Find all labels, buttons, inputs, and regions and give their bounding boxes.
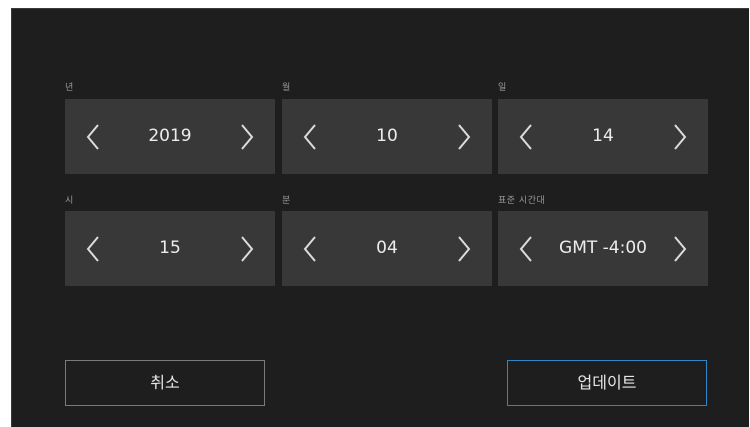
month-decrement-button[interactable] [290, 99, 330, 174]
hour-label: 시 [65, 196, 74, 206]
chevron-left-icon [303, 236, 316, 262]
hour-increment-button[interactable] [227, 211, 267, 286]
month-stepper: 10 [282, 99, 492, 174]
month-label: 월 [282, 83, 291, 93]
hour-stepper: 15 [65, 211, 275, 286]
day-label: 일 [498, 83, 507, 93]
chevron-left-icon [303, 124, 316, 150]
chevron-left-icon [519, 236, 532, 262]
chevron-right-icon [458, 236, 471, 262]
timezone-value: GMT -4:00 [559, 238, 647, 258]
cancel-button[interactable]: 취소 [65, 360, 265, 406]
day-stepper: 14 [498, 99, 708, 174]
timezone-stepper: GMT -4:00 [498, 211, 708, 286]
minute-decrement-button[interactable] [290, 211, 330, 286]
day-increment-button[interactable] [660, 99, 700, 174]
chevron-right-icon [241, 236, 254, 262]
timezone-label: 표준 시간대 [498, 196, 546, 206]
year-value: 2019 [148, 126, 192, 146]
minute-increment-button[interactable] [444, 211, 484, 286]
chevron-left-icon [86, 124, 99, 150]
minute-value: 04 [376, 238, 398, 258]
day-value: 14 [592, 126, 614, 146]
year-increment-button[interactable] [227, 99, 267, 174]
minute-stepper: 04 [282, 211, 492, 286]
chevron-right-icon [241, 124, 254, 150]
chevron-right-icon [674, 236, 687, 262]
date-time-dialog: 년 월 일 2019 10 14 시 분 표준 시간대 15 04 GMT -4… [11, 8, 749, 427]
timezone-decrement-button[interactable] [506, 211, 546, 286]
month-increment-button[interactable] [444, 99, 484, 174]
month-value: 10 [376, 126, 398, 146]
chevron-right-icon [674, 124, 687, 150]
year-label: 년 [65, 83, 74, 93]
chevron-left-icon [519, 124, 532, 150]
chevron-right-icon [458, 124, 471, 150]
chevron-left-icon [86, 236, 99, 262]
day-decrement-button[interactable] [506, 99, 546, 174]
hour-value: 15 [159, 238, 181, 258]
minute-label: 분 [282, 196, 291, 206]
year-stepper: 2019 [65, 99, 275, 174]
hour-decrement-button[interactable] [73, 211, 113, 286]
year-decrement-button[interactable] [73, 99, 113, 174]
update-button[interactable]: 업데이트 [507, 360, 707, 406]
timezone-increment-button[interactable] [660, 211, 700, 286]
